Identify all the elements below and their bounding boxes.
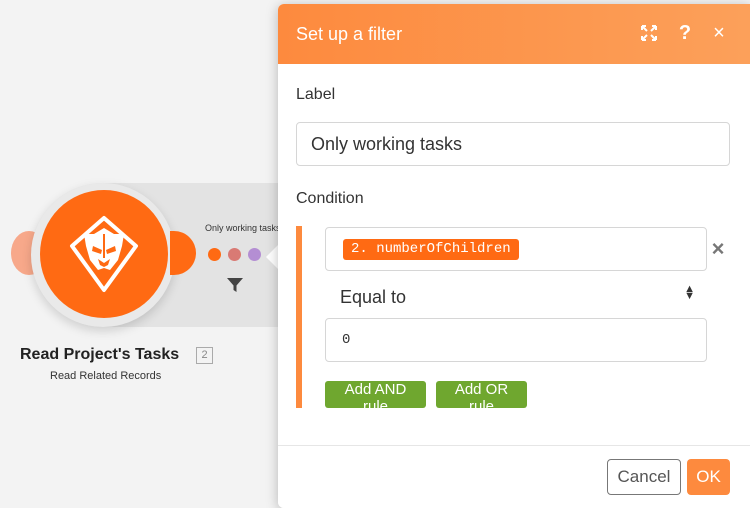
lion-shield-icon [70,216,138,292]
module-subtitle: Read Related Records [50,370,162,382]
funnel-icon[interactable] [226,276,244,294]
module-node[interactable] [40,190,168,318]
cancel-button[interactable]: Cancel [607,459,681,495]
expand-button[interactable] [638,22,660,44]
label-caption: Label [296,86,336,103]
add-or-rule-button[interactable]: Add OR rule [436,381,527,415]
condition-rule: 2. numberOfChildren Equal to ▲▼ Add AND … [296,226,726,415]
route-label: Only working tasks [205,223,281,233]
module-badge: 2 [196,347,213,364]
help-button[interactable]: ? [674,22,696,44]
label-input[interactable] [296,122,730,166]
ok-button[interactable]: OK [687,459,730,495]
select-arrows-icon: ▲ ▼ [684,283,695,302]
route-dot [248,248,261,261]
dialog-title: Set up a filter [296,24,403,44]
close-button[interactable]: × [708,22,730,44]
dialog-footer: Cancel OK [278,445,750,508]
operator-select[interactable]: Equal to ▲ ▼ [325,280,707,316]
module-title: Read Project's Tasks [20,346,180,363]
route-dot [228,248,241,261]
operand-field[interactable]: 2. numberOfChildren [325,227,707,271]
dialog-header: Set up a filter ? × [278,4,750,64]
value-input[interactable] [325,318,707,362]
operand-pill[interactable]: 2. numberOfChildren [343,239,519,260]
add-and-rule-button[interactable]: Add AND rule [325,381,426,415]
filter-dialog: Set up a filter ? × Label Condition 2. n… [278,4,750,508]
route-dot [208,248,221,261]
expand-icon [641,25,657,41]
condition-caption: Condition [296,190,364,207]
remove-rule-button[interactable]: × [708,238,728,260]
operator-value: Equal to [340,287,407,307]
